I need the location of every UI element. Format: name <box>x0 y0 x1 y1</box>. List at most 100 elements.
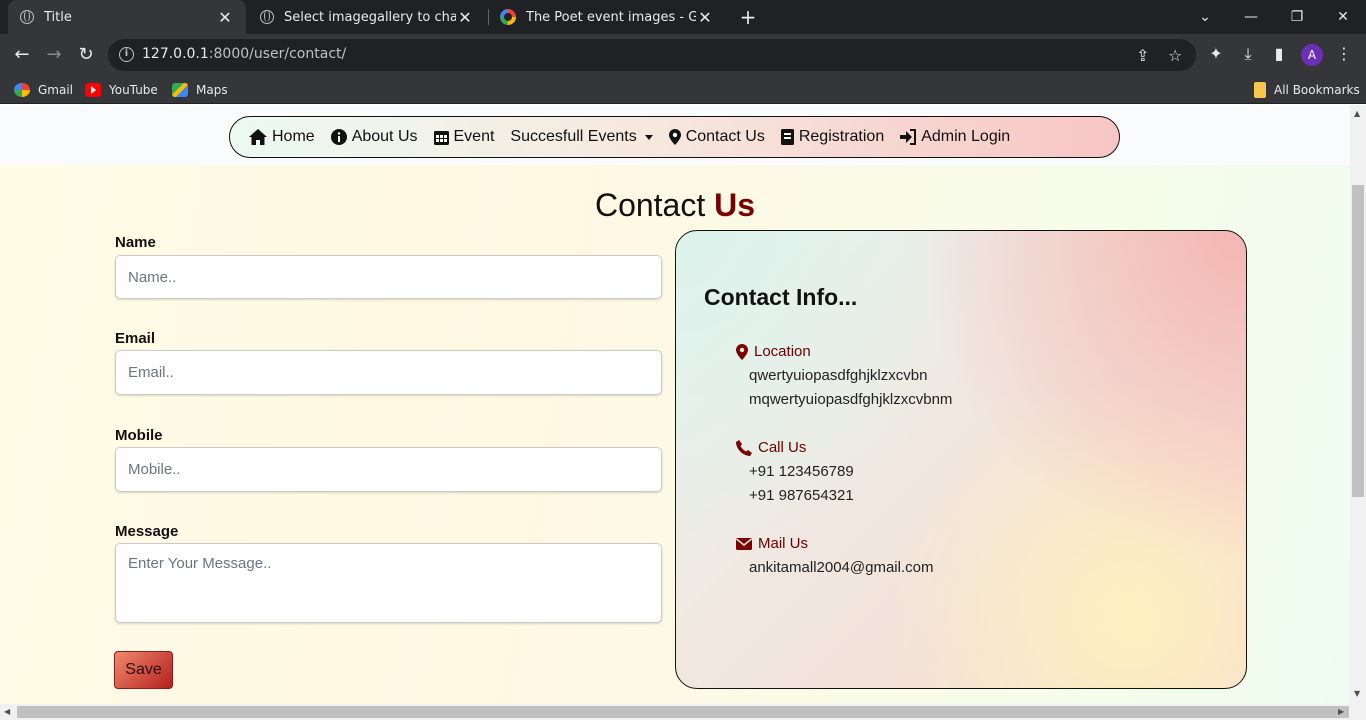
bookmarks-bar: Gmail YouTube Maps All Bookmarks <box>0 76 1366 104</box>
tab-strip: Title ✕ Select imagegallery to change | … <box>0 0 1366 34</box>
restore-icon[interactable]: ❐ <box>1274 0 1320 34</box>
email-address: ankitamall2004@gmail.com <box>749 559 934 576</box>
folder-icon <box>1254 82 1266 98</box>
nav-label: Succesfull Events <box>510 128 637 145</box>
close-tab-icon[interactable]: ✕ <box>216 8 234 27</box>
page-title-plain: Contact <box>594 187 706 223</box>
scroll-left-arrow-icon[interactable]: ◀ <box>4 708 10 716</box>
mail-heading: Mail Us <box>736 535 808 552</box>
horizontal-scrollbar-thumb[interactable] <box>17 706 1349 718</box>
nav-event[interactable]: Event <box>433 128 495 146</box>
sign-in-icon <box>900 129 917 145</box>
maps-icon <box>172 83 188 97</box>
menu-kebab-icon[interactable]: ⋮ <box>1333 44 1355 63</box>
close-window-icon[interactable]: ✕ <box>1320 0 1366 34</box>
tab-poet-images[interactable]: The Poet event images - Google ✕ <box>488 0 726 34</box>
scroll-right-arrow-icon[interactable]: ▶ <box>1338 708 1344 716</box>
nav-home[interactable]: Home <box>249 128 315 146</box>
site-navbar: Home About Us Event Succesfull Events Co… <box>229 116 1120 158</box>
side-panel-icon[interactable]: ▮ <box>1268 44 1290 63</box>
tab-imagegallery[interactable]: Select imagegallery to change | D ✕ <box>248 0 486 34</box>
email-input[interactable]: Email.. <box>115 350 662 395</box>
nav-about[interactable]: About Us <box>330 128 418 146</box>
bookmark-youtube[interactable]: YouTube <box>85 81 158 99</box>
google-icon <box>500 9 516 25</box>
bookmark-label: Gmail <box>38 83 74 97</box>
page-viewport: Home About Us Event Succesfull Events Co… <box>0 105 1350 704</box>
reload-icon[interactable]: ↻ <box>74 43 98 67</box>
location-line: mqwertyuiopasdfghjklzxcvbnm <box>749 391 953 408</box>
nav-label: Event <box>453 128 495 145</box>
vertical-scrollbar-thumb[interactable] <box>1352 185 1364 497</box>
page-title-accent: Us <box>714 187 756 223</box>
message-textarea[interactable]: Enter Your Message.. <box>115 543 662 623</box>
call-label: Call Us <box>758 439 807 456</box>
address-bar[interactable]: i 127.0.0.1:8000/user/contact/ ⇪ ☆ <box>108 39 1196 71</box>
globe-icon <box>20 10 34 24</box>
map-marker-icon <box>736 343 748 360</box>
all-bookmarks-label: All Bookmarks <box>1274 83 1360 97</box>
save-button[interactable]: Save <box>114 651 173 689</box>
calendar-icon <box>433 131 449 145</box>
google-icon <box>14 83 30 97</box>
bookmark-star-icon[interactable]: ☆ <box>1168 46 1182 65</box>
new-tab-icon[interactable]: + <box>737 6 759 28</box>
tab-label: Title <box>44 9 72 25</box>
youtube-icon <box>85 83 101 97</box>
phone-icon <box>736 439 752 456</box>
name-input[interactable]: Name.. <box>115 255 662 299</box>
dropdown-caret-icon <box>644 134 653 140</box>
phone-number: +91 123456789 <box>749 463 854 480</box>
info-circle-icon <box>330 129 347 145</box>
bookmark-maps[interactable]: Maps <box>172 81 228 99</box>
bookmark-label: YouTube <box>109 83 158 97</box>
nav-contact[interactable]: Contact Us <box>668 128 765 146</box>
nav-label: Home <box>272 128 315 145</box>
scroll-up-arrow-icon[interactable]: ▲ <box>1354 110 1360 118</box>
tab-label: Select imagegallery to change | D <box>284 9 456 25</box>
scroll-down-arrow-icon[interactable]: ▼ <box>1354 690 1360 698</box>
address-book-icon <box>780 129 794 145</box>
bookmark-gmail[interactable]: Gmail <box>14 81 73 99</box>
forward-icon[interactable]: → <box>42 43 66 67</box>
page-title: Contact Us <box>0 187 1350 224</box>
browser-toolbar: ← → ↻ i 127.0.0.1:8000/user/contact/ ⇪ ☆… <box>0 34 1366 76</box>
extensions-icon[interactable]: ✦ <box>1205 44 1227 63</box>
contact-info-title: Contact Info... <box>704 284 858 310</box>
mail-label: Mail Us <box>758 535 809 552</box>
mobile-label: Mobile <box>115 427 163 444</box>
site-info-icon[interactable]: i <box>119 47 134 62</box>
email-label: Email <box>115 330 156 347</box>
location-heading: Location <box>736 343 811 360</box>
nav-registration[interactable]: Registration <box>780 128 885 146</box>
minimize-icon[interactable]: — <box>1228 0 1274 34</box>
name-label: Name <box>115 234 156 251</box>
profile-avatar[interactable]: A <box>1301 44 1323 66</box>
close-tab-icon[interactable]: ✕ <box>456 8 474 27</box>
map-marker-icon <box>668 129 681 145</box>
url-text: 127.0.0.1:8000/user/contact/ <box>142 46 347 62</box>
tab-title[interactable]: Title ✕ <box>8 0 246 34</box>
share-icon[interactable]: ⇪ <box>1136 46 1149 65</box>
nav-admin-login[interactable]: Admin Login <box>900 128 1010 146</box>
home-icon <box>249 129 267 145</box>
contact-info-card: Contact Info... Location qwertyuiopasdfg… <box>675 230 1247 689</box>
location-line: qwertyuiopasdfghjklzxcvbn <box>749 367 928 384</box>
nav-label: About Us <box>351 128 418 145</box>
nav-label: Contact Us <box>685 128 765 145</box>
nav-label: Registration <box>798 128 885 145</box>
globe-icon <box>260 10 274 24</box>
close-tab-icon[interactable]: ✕ <box>696 8 714 27</box>
location-label: Location <box>754 343 811 360</box>
all-bookmarks[interactable]: All Bookmarks <box>1254 81 1360 99</box>
phone-number: +91 987654321 <box>749 487 854 504</box>
tab-search-chevron-icon[interactable]: ⌄ <box>1182 0 1228 34</box>
call-heading: Call Us <box>736 439 806 456</box>
back-icon[interactable]: ← <box>10 43 34 67</box>
bookmark-label: Maps <box>196 83 228 97</box>
mobile-input[interactable]: Mobile.. <box>115 447 662 492</box>
envelope-icon <box>736 537 752 550</box>
nav-succesfull-events-dropdown[interactable]: Succesfull Events <box>510 128 653 146</box>
nav-label: Admin Login <box>921 128 1011 145</box>
downloads-icon[interactable]: ⤓ <box>1237 44 1259 64</box>
